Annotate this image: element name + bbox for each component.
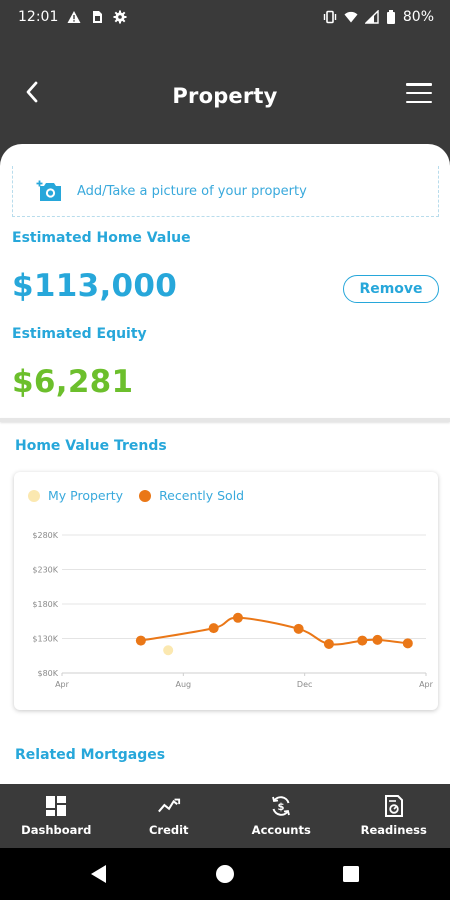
add-photo-text: Add/Take a picture of your property bbox=[77, 183, 307, 199]
page-title: Property bbox=[172, 84, 278, 108]
related-mortgages-title: Related Mortgages bbox=[15, 747, 166, 763]
menu-bar bbox=[406, 91, 432, 95]
svg-text:$: $ bbox=[278, 802, 285, 813]
y-tick-label: $180K bbox=[32, 600, 58, 609]
recently-sold-point bbox=[323, 639, 334, 650]
sim-icon bbox=[93, 11, 103, 23]
bottom-nav: Dashboard Credit $ Accounts Readiness bbox=[0, 784, 450, 848]
nav-accounts[interactable]: $ Accounts bbox=[225, 784, 338, 848]
menu-bar bbox=[406, 100, 432, 103]
y-tick-label: $230K bbox=[32, 566, 58, 575]
add-photo-area[interactable]: Add/Take a picture of your property bbox=[12, 166, 439, 217]
nav-readiness[interactable]: Readiness bbox=[338, 784, 450, 848]
dashboard-icon bbox=[46, 796, 67, 816]
home-value: $113,000 bbox=[12, 268, 178, 304]
trend-icon bbox=[157, 798, 180, 813]
warning-icon bbox=[67, 11, 81, 23]
nav-credit[interactable]: Credit bbox=[113, 784, 226, 848]
my-property-point bbox=[163, 645, 174, 656]
equity-label: Estimated Equity bbox=[12, 326, 147, 342]
battery-icon bbox=[386, 10, 395, 24]
system-back-button[interactable] bbox=[88, 863, 110, 885]
y-tick-label: $80K bbox=[37, 669, 58, 678]
recently-sold-point bbox=[372, 634, 383, 645]
app-header: Property bbox=[0, 34, 450, 146]
nav-dashboard[interactable]: Dashboard bbox=[0, 784, 113, 848]
recently-sold-point bbox=[232, 612, 243, 623]
y-tick-label: $130K bbox=[32, 635, 58, 644]
trends-title: Home Value Trends bbox=[15, 438, 167, 454]
menu-bar bbox=[406, 83, 432, 86]
x-tick-label: Dec bbox=[297, 680, 312, 689]
system-recents-button[interactable] bbox=[340, 863, 362, 885]
signal-icon bbox=[364, 10, 379, 24]
recently-sold-point bbox=[293, 623, 304, 634]
home-value-chart: My Property Recently Sold $80K $130K $180K… bbox=[14, 472, 438, 710]
y-tick-label: $280K bbox=[32, 531, 58, 540]
system-nav-bar bbox=[0, 848, 450, 900]
nav-label: Dashboard bbox=[21, 823, 92, 837]
nav-label: Readiness bbox=[360, 823, 427, 837]
battery-level: 80% bbox=[402, 9, 434, 25]
x-tick-label: Apr bbox=[55, 680, 70, 689]
triangle-back-icon bbox=[91, 865, 106, 883]
section-divider bbox=[0, 418, 450, 422]
nav-label: Credit bbox=[148, 823, 189, 837]
hamburger-menu-icon[interactable] bbox=[404, 80, 434, 106]
status-time: 12:01 bbox=[18, 9, 59, 25]
chart-plot: $80K $130K $180K $230K $280K Apr Aug Dec Apr bbox=[32, 531, 434, 689]
x-tick-label: Aug bbox=[176, 680, 192, 689]
remove-button[interactable]: Remove bbox=[343, 275, 439, 303]
recently-sold-point bbox=[357, 635, 368, 646]
wifi-icon bbox=[344, 11, 358, 23]
accounts-icon: $ bbox=[272, 796, 291, 816]
system-home-button[interactable] bbox=[214, 863, 236, 885]
trend-line bbox=[140, 616, 408, 646]
vibrate-icon bbox=[323, 10, 337, 24]
recently-sold-point bbox=[135, 635, 146, 646]
recently-sold-point bbox=[402, 638, 413, 649]
readiness-icon bbox=[384, 795, 403, 817]
square-recents-icon bbox=[343, 866, 359, 882]
equity-value: $6,281 bbox=[12, 364, 134, 400]
home-value-label: Estimated Home Value bbox=[12, 230, 191, 246]
gear-icon bbox=[113, 10, 127, 24]
property-sheet: Add/Take a picture of your property Esti… bbox=[0, 144, 450, 784]
x-tick-label: Apr bbox=[419, 680, 434, 689]
add-camera-icon bbox=[36, 180, 61, 201]
nav-label: Accounts bbox=[251, 823, 311, 837]
circle-home-icon bbox=[216, 865, 234, 883]
recently-sold-point bbox=[208, 623, 219, 634]
status-bar: 12:01 80% bbox=[0, 0, 450, 34]
